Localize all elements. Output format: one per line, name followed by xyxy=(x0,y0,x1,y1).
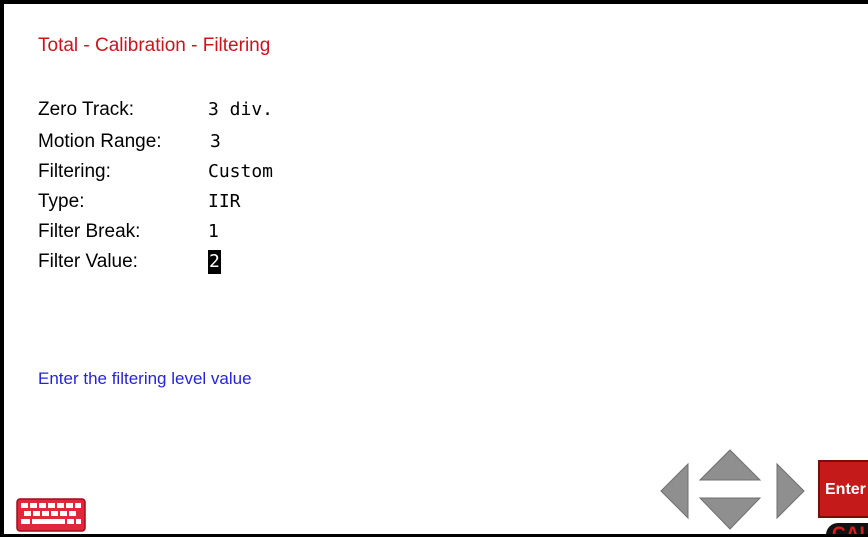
keyboard-icon xyxy=(16,498,86,532)
page-title: Total - Calibration - Filtering xyxy=(38,35,271,56)
filtering-label: Filtering: xyxy=(38,161,111,182)
motion-range-value[interactable]: 3 xyxy=(210,131,221,152)
enter-button[interactable]: Enter xyxy=(818,460,868,518)
type-label: Type: xyxy=(38,191,85,212)
filter-break-label: Filter Break: xyxy=(38,221,141,242)
filtering-value[interactable]: Custom xyxy=(208,161,273,182)
filter-break-value[interactable]: 1 xyxy=(208,221,219,242)
arrow-down-icon[interactable] xyxy=(698,496,762,532)
cal-button-label: CAL xyxy=(832,524,868,537)
type-value[interactable]: IIR xyxy=(208,191,241,212)
filter-value-label: Filter Value: xyxy=(38,251,138,272)
filter-value-input[interactable]: 2 xyxy=(208,250,221,274)
hint-text: Enter the filtering level value xyxy=(38,369,252,388)
arrow-right-icon[interactable] xyxy=(774,461,808,521)
arrow-left-icon[interactable] xyxy=(658,461,692,521)
calibration-screen: Total - Calibration - Filtering Zero Tra… xyxy=(0,0,868,537)
arrow-up-icon[interactable] xyxy=(698,448,762,484)
cal-button[interactable]: CAL xyxy=(826,523,868,537)
zero-track-label: Zero Track: xyxy=(38,99,135,120)
motion-range-label: Motion Range: xyxy=(38,131,162,152)
zero-track-value[interactable]: 3 div. xyxy=(208,99,273,120)
keyboard-button[interactable] xyxy=(14,496,88,534)
enter-button-label: Enter xyxy=(825,481,866,498)
